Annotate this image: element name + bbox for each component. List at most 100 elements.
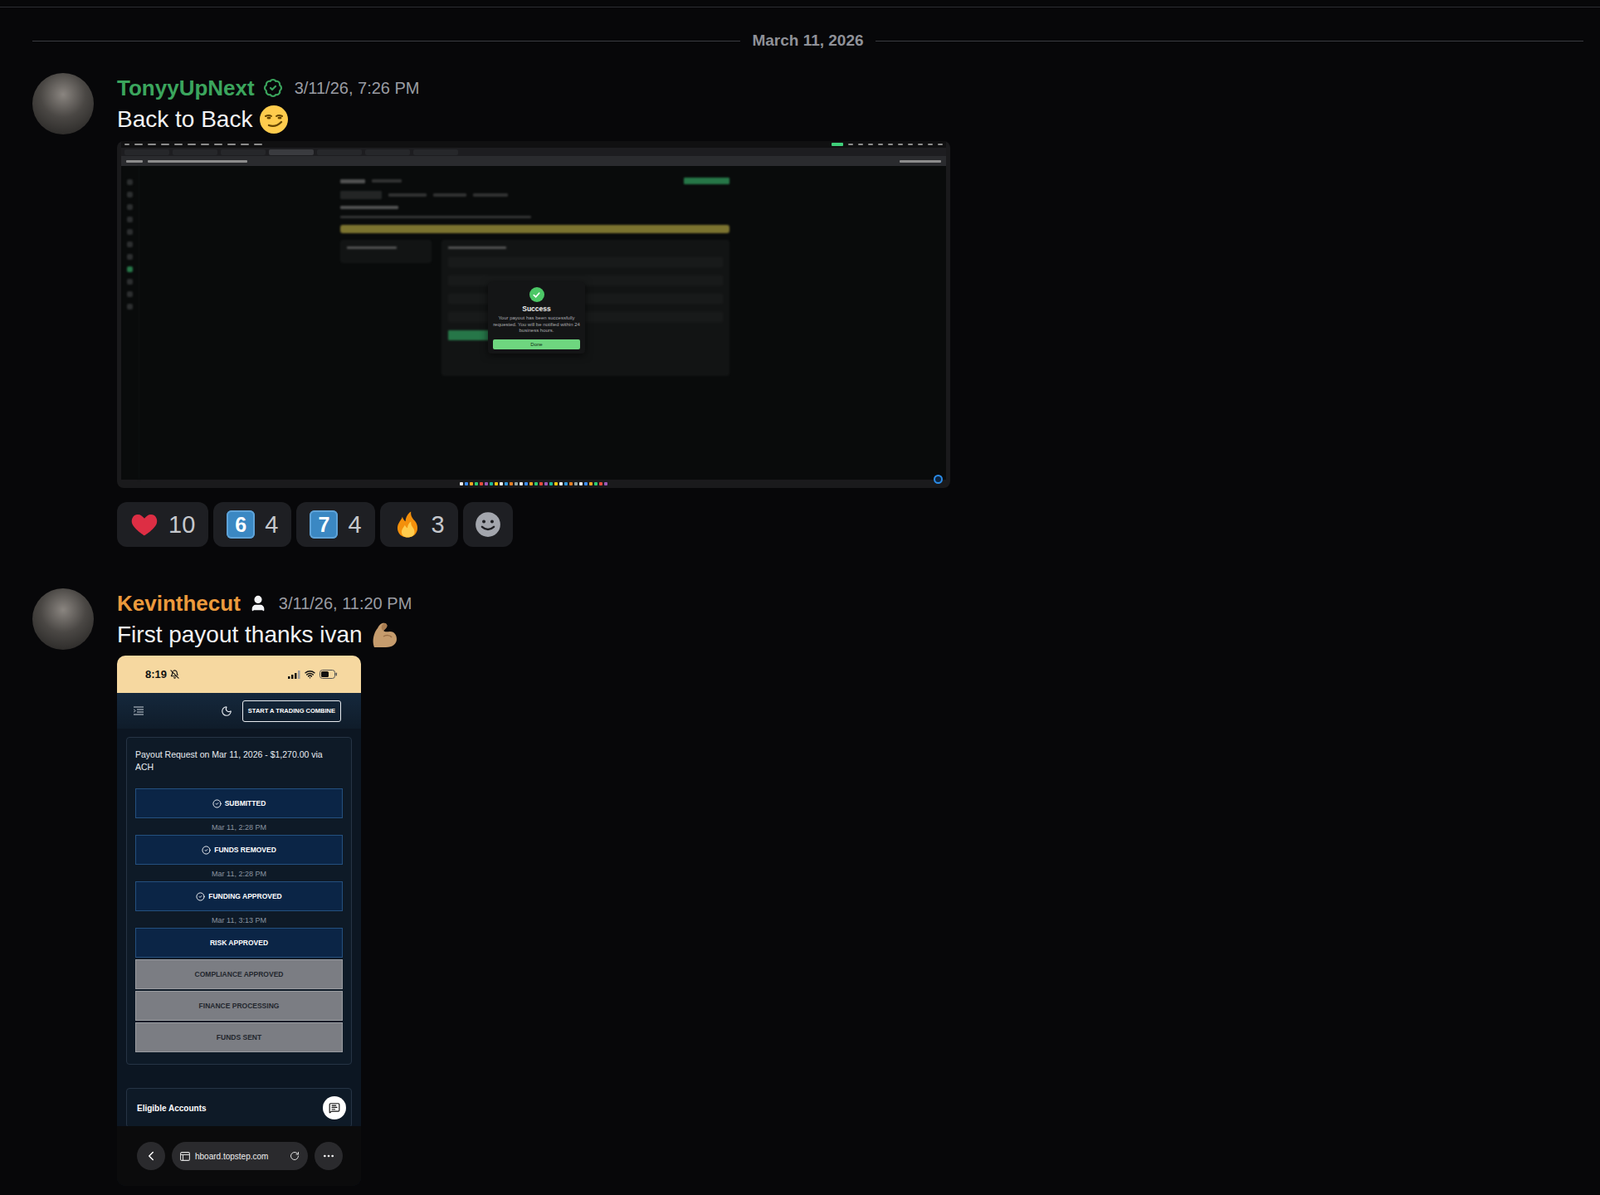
step-time: Mar 11, 2:28 PM bbox=[135, 866, 343, 882]
status-badge bbox=[933, 474, 943, 484]
dialog-message: Your payout has been successfully reques… bbox=[492, 315, 581, 335]
payout-step: FINANCE PROCESSING bbox=[135, 990, 343, 1021]
moon-icon[interactable] bbox=[220, 705, 233, 718]
more-button[interactable] bbox=[314, 1141, 343, 1171]
message-header: TonyyUpNext 3/11/26, 7:26 PM bbox=[117, 73, 420, 103]
chat-icon bbox=[328, 1102, 341, 1114]
nav-item[interactable] bbox=[126, 266, 133, 273]
dialog-title: Success bbox=[521, 304, 552, 313]
date-label: March 11, 2026 bbox=[751, 30, 864, 51]
reaction-count: 10 bbox=[168, 512, 196, 537]
nav-item[interactable] bbox=[126, 241, 133, 248]
reactions: 1064743 bbox=[117, 502, 513, 547]
browser-tabs bbox=[121, 147, 947, 157]
timestamp: 3/11/26, 11:20 PM bbox=[278, 588, 412, 619]
payout-step: SUBMITTED bbox=[135, 788, 343, 819]
nav-item[interactable] bbox=[126, 253, 133, 260]
status-time: 8:19 bbox=[145, 668, 167, 681]
chevron-left-icon bbox=[143, 1148, 159, 1164]
keycap-icon: 6 bbox=[226, 510, 255, 539]
add-reaction-button[interactable] bbox=[463, 502, 513, 547]
menu-icon[interactable] bbox=[133, 706, 144, 716]
tab-icon bbox=[180, 1151, 191, 1161]
reload-icon[interactable] bbox=[289, 1151, 300, 1161]
check-icon bbox=[529, 287, 545, 303]
chat-message: Kevinthecut 3/11/26, 11:20 PMFirst payout… bbox=[0, 588, 1600, 1186]
keycap-icon: 7 bbox=[309, 510, 338, 539]
desktop-screenshot[interactable]: Success Your payout has been successfully… bbox=[117, 141, 951, 488]
start-combine-button[interactable]: START A TRADING COMBINE bbox=[242, 700, 342, 722]
user-avatar[interactable] bbox=[32, 73, 94, 135]
app-header: START A TRADING COMBINE bbox=[117, 692, 361, 729]
nav-item[interactable] bbox=[126, 229, 133, 235]
user-avatar[interactable] bbox=[32, 588, 94, 650]
payout-step: RISK APPROVED bbox=[135, 927, 343, 958]
wifi-icon bbox=[304, 668, 316, 680]
verified-badge-icon bbox=[263, 78, 283, 98]
url-field[interactable]: hboard.topstep.com bbox=[171, 1141, 308, 1171]
ellipsis-icon bbox=[321, 1149, 336, 1163]
nav-item[interactable] bbox=[126, 179, 133, 186]
address-bar bbox=[121, 156, 947, 166]
nav-item[interactable] bbox=[126, 291, 133, 298]
menu-bar bbox=[121, 141, 947, 148]
timestamp: 3/11/26, 7:26 PM bbox=[294, 73, 420, 103]
payout-steps: SUBMITTEDMar 11, 2:28 PMFUNDS REMOVEDMar… bbox=[135, 788, 343, 1054]
reaction[interactable]: 64 bbox=[213, 502, 292, 547]
app-screen: Success Your payout has been successfully… bbox=[121, 165, 947, 480]
status-bar: 8:19 bbox=[117, 655, 361, 693]
payout-step: FUNDS SENT bbox=[135, 1022, 343, 1053]
done-button[interactable]: Done bbox=[492, 339, 581, 350]
dock bbox=[121, 479, 947, 488]
nav-item[interactable] bbox=[126, 204, 133, 210]
reaction-count: 4 bbox=[264, 512, 279, 537]
payout-title: Payout Request on Mar 11, 2026 - $1,270.… bbox=[135, 748, 343, 774]
payout-step: FUNDING APPROVED bbox=[135, 881, 343, 912]
author-name[interactable]: Kevinthecut bbox=[117, 588, 241, 619]
success-dialog: Success Your payout has been successfully… bbox=[487, 282, 586, 354]
step-time: Mar 11, 2:28 PM bbox=[135, 819, 343, 835]
chat-message: TonyyUpNext 3/11/26, 7:26 PMBack to Back S… bbox=[0, 73, 1600, 547]
browser-toolbar: hboard.topstep.com bbox=[117, 1126, 361, 1186]
message-text: First payout thanks ivan bbox=[117, 618, 400, 652]
nav-item[interactable] bbox=[126, 216, 133, 223]
add-reaction-icon bbox=[473, 510, 503, 539]
phone-screenshot[interactable]: 8:19 START A TRADING COMBINE Payout Reques… bbox=[117, 655, 361, 1186]
flexed-biceps-emoji-icon bbox=[369, 619, 400, 650]
reaction[interactable]: 3 bbox=[380, 502, 459, 547]
battery-icon bbox=[319, 669, 338, 679]
payout-step: COMPLIANCE APPROVED bbox=[135, 959, 343, 990]
payout-step: FUNDS REMOVED bbox=[135, 834, 343, 865]
reaction[interactable]: 10 bbox=[117, 502, 209, 547]
person-icon bbox=[248, 594, 268, 613]
top-rule bbox=[0, 0, 1600, 8]
nav-item[interactable] bbox=[126, 278, 133, 285]
step-time: Mar 11, 3:13 PM bbox=[135, 912, 343, 928]
reaction-count: 4 bbox=[347, 512, 361, 537]
heart-icon bbox=[130, 510, 159, 539]
chat-channel: March 11, 2026 TonyyUpNext 3/11/26, 7:26 P… bbox=[0, 0, 1600, 1195]
nav-item[interactable] bbox=[126, 191, 133, 198]
message-text: Back to Back bbox=[117, 102, 289, 137]
nav-item[interactable] bbox=[126, 303, 133, 310]
page-content: Payout Request on Mar 11, 2026 - $1,270.… bbox=[117, 728, 361, 1127]
check-circle-icon bbox=[201, 845, 211, 855]
url-text: hboard.topstep.com bbox=[195, 1151, 285, 1161]
app-sidebar bbox=[121, 165, 140, 480]
payout-card: Payout Request on Mar 11, 2026 - $1,270.… bbox=[126, 736, 352, 1065]
section-title: Eligible Accounts bbox=[136, 1103, 207, 1113]
reaction-count: 3 bbox=[431, 512, 445, 537]
eligible-accounts-card: Eligible Accounts bbox=[126, 1087, 352, 1127]
fire-icon bbox=[393, 510, 422, 539]
reaction[interactable]: 74 bbox=[296, 502, 375, 547]
signal-icon bbox=[287, 670, 301, 679]
smirk-emoji-icon bbox=[258, 104, 289, 135]
back-button[interactable] bbox=[136, 1141, 166, 1171]
bell-off-icon bbox=[170, 669, 180, 679]
date-divider: March 11, 2026 bbox=[32, 30, 1584, 51]
check-circle-icon bbox=[212, 799, 222, 809]
author-name[interactable]: TonyyUpNext bbox=[117, 73, 255, 103]
message-header: Kevinthecut 3/11/26, 11:20 PM bbox=[117, 588, 412, 619]
chat-button[interactable] bbox=[322, 1096, 347, 1120]
check-circle-icon bbox=[195, 892, 205, 902]
